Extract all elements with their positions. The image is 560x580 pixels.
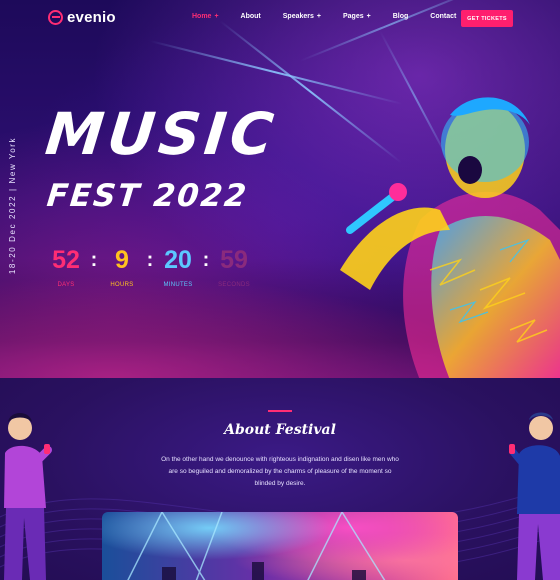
get-tickets-button[interactable]: GET TICKETS [461, 10, 513, 27]
top-navbar: evenio Home + About Speakers + Pages + B… [0, 0, 560, 36]
nav-item-speakers[interactable]: Speakers + [283, 13, 321, 20]
nav-item-about[interactable]: About [241, 13, 261, 20]
section-divider [268, 410, 292, 412]
countdown-timer: 52 DAYS : 9 HOURS : 20 MINUTES : 59 SECO… [48, 246, 252, 289]
singer-illustration [340, 97, 560, 378]
countdown-separator: : [146, 249, 154, 271]
countdown-value: 59 [220, 246, 248, 274]
hero-subtitle: FEST 2022 [45, 178, 250, 214]
nav-label: Pages [343, 13, 364, 20]
countdown-minutes: 20 MINUTES [160, 246, 196, 289]
nav-item-blog[interactable]: Blog [393, 13, 409, 20]
concert-photo [102, 512, 458, 580]
countdown-seconds: 59 SECONDS [216, 246, 252, 289]
countdown-separator: : [202, 249, 210, 271]
nav-item-pages[interactable]: Pages + [343, 13, 371, 20]
about-section: About Festival On the other hand we deno… [0, 378, 560, 580]
countdown-value: 52 [52, 246, 80, 274]
nav-item-home[interactable]: Home + [192, 13, 219, 20]
countdown-days: 52 DAYS [48, 246, 84, 289]
countdown-value: 9 [115, 246, 129, 274]
main-menu: Home + About Speakers + Pages + Blog Con… [192, 13, 478, 20]
nav-label: About [240, 13, 261, 20]
brand-logo[interactable]: evenio [48, 9, 116, 26]
nav-item-contact[interactable]: Contact [430, 13, 456, 20]
event-date-text: 18-20 Dec 2022 | New York [8, 136, 18, 274]
plus-icon: + [316, 13, 321, 20]
countdown-value: 20 [164, 246, 192, 274]
countdown-separator: : [90, 249, 98, 271]
brand-name: evenio [67, 9, 116, 26]
countdown-label: DAYS [57, 282, 75, 288]
nav-label: Home [192, 13, 212, 20]
about-title: About Festival [224, 422, 336, 438]
countdown-label: SECONDS [218, 282, 250, 288]
nav-label: Speakers [282, 13, 314, 20]
plus-icon: + [366, 13, 371, 20]
stage-lights-graphic [127, 512, 386, 580]
countdown-label: HOURS [110, 282, 134, 288]
about-description: On the other hand we denounce with right… [161, 456, 399, 487]
event-date-vertical: 18-20 Dec 2022 | New York [6, 120, 20, 290]
countdown-hours: 9 HOURS [104, 246, 140, 289]
plus-icon: + [214, 13, 219, 20]
countdown-label: MINUTES [163, 282, 193, 288]
logo-icon [48, 10, 63, 25]
hero-title: MUSIC [42, 100, 281, 168]
nav-label: Contact [430, 13, 457, 20]
nav-label: Blog [392, 13, 409, 20]
